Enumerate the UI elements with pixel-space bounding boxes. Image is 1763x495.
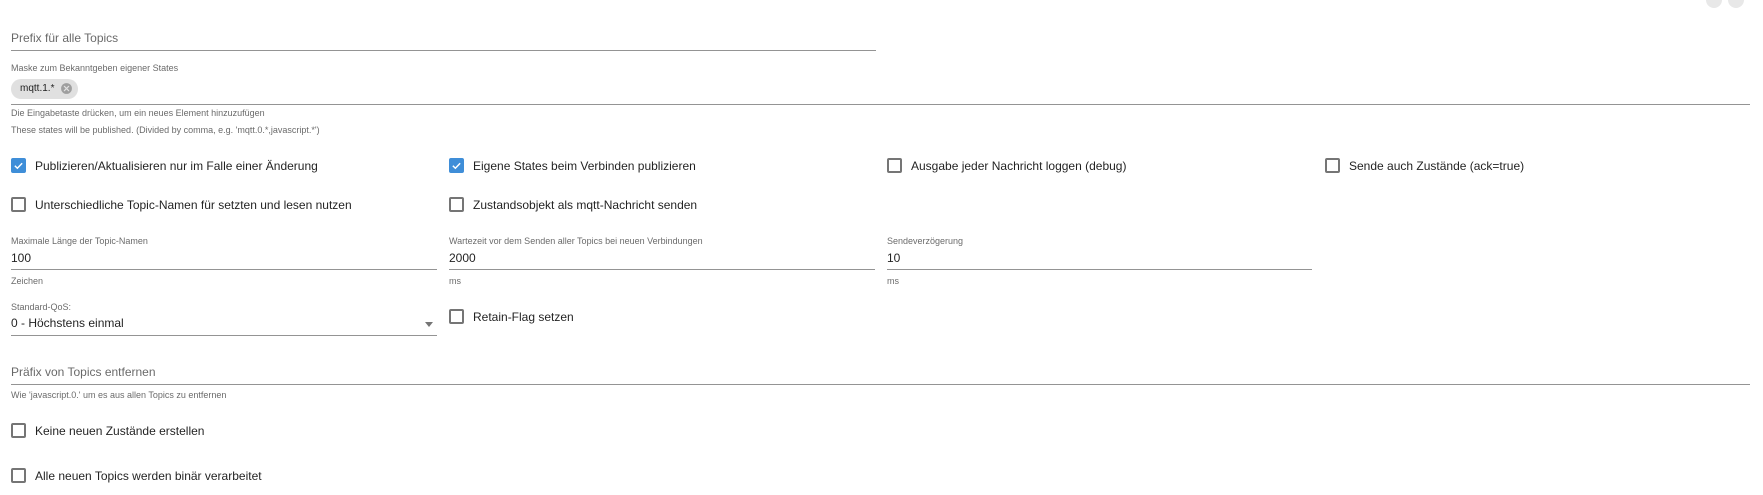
checkbox-unchecked-icon[interactable] [449, 197, 464, 212]
checkbox-state-object-as-message[interactable]: Zustandsobjekt als mqtt-Nachricht senden [449, 197, 697, 212]
send-delay-label: Sendeverzögerung [887, 236, 964, 246]
default-qos-underline [11, 335, 437, 336]
checkbox-no-new-states[interactable]: Keine neuen Zustände erstellen [11, 423, 204, 438]
dropdown-arrow-icon[interactable] [425, 322, 433, 327]
checkbox-unchecked-icon[interactable] [11, 468, 26, 483]
checkbox-label: Keine neuen Zustände erstellen [35, 423, 205, 438]
wait-time-underline [449, 269, 875, 270]
publish-mask-field[interactable]: Maske zum Bekanntgeben eigener States mq… [11, 63, 1750, 105]
publish-mask-chips: mqtt.1.* [11, 78, 1750, 100]
checkbox-label: Retain-Flag setzen [473, 309, 574, 324]
prefix-all-topics-field[interactable]: Prefix für alle Topics [11, 31, 876, 51]
publish-mask-label: Maske zum Bekanntgeben eigener States [11, 63, 179, 73]
default-qos-select[interactable]: Standard-QoS: 0 - Höchstens einmal [11, 302, 437, 336]
checkbox-retain-flag[interactable]: Retain-Flag setzen [449, 309, 574, 324]
publish-mask-helper-1: Die Eingabetaste drücken, um ein neues E… [11, 108, 265, 118]
send-delay-unit: ms [887, 276, 899, 286]
wait-time-value[interactable]: 2000 [449, 251, 875, 265]
prefix-all-topics-placeholder: Prefix für alle Topics [11, 31, 119, 45]
max-topic-length-unit: Zeichen [11, 276, 44, 286]
prefix-all-topics-underline [11, 50, 876, 51]
checkbox-checked-icon[interactable] [449, 158, 464, 173]
checkbox-binary-topics[interactable]: Alle neuen Topics werden binär verarbeit… [11, 468, 262, 483]
checkbox-unchecked-icon[interactable] [11, 197, 26, 212]
chip-mqtt: mqtt.1.* [11, 78, 79, 99]
checkbox-label: Publizieren/Aktualisieren nur im Falle e… [35, 158, 318, 173]
checkbox-label: Ausgabe jeder Nachricht loggen (debug) [911, 158, 1127, 173]
wait-time-unit: ms [449, 276, 461, 286]
publish-mask-underline [11, 104, 1750, 105]
checkbox-unchecked-icon[interactable] [449, 309, 464, 324]
partial-button-1[interactable] [1706, 0, 1722, 8]
checkbox-publish-only-on-change[interactable]: Publizieren/Aktualisieren nur im Falle e… [11, 158, 318, 173]
checkbox-publish-on-connect[interactable]: Eigene States beim Verbinden publizieren [449, 158, 696, 173]
checkbox-label: Sende auch Zustände (ack=true) [1349, 158, 1525, 173]
wait-time-label: Wartezeit vor dem Senden aller Topics be… [449, 236, 703, 246]
checkbox-debug-log[interactable]: Ausgabe jeder Nachricht loggen (debug) [887, 158, 1126, 173]
max-topic-length-underline [11, 269, 437, 270]
checkbox-unchecked-icon[interactable] [1325, 158, 1340, 173]
checkbox-checked-icon[interactable] [11, 158, 26, 173]
chip-remove-icon[interactable] [60, 82, 73, 95]
remove-prefix-field[interactable]: Präfix von Topics entfernen [11, 365, 1750, 385]
remove-prefix-underline [11, 384, 1750, 385]
checkbox-label: Unterschiedliche Topic-Namen für setzten… [35, 197, 352, 212]
checkbox-unchecked-icon[interactable] [887, 158, 902, 173]
max-topic-length-field[interactable]: Maximale Länge der Topic-Namen 100 Zeich… [11, 236, 437, 286]
publish-mask-helper-2: These states will be published. (Divided… [11, 125, 320, 135]
wait-time-field[interactable]: Wartezeit vor dem Senden aller Topics be… [449, 236, 875, 286]
checkbox-label: Alle neuen Topics werden binär verarbeit… [35, 468, 262, 483]
checkbox-label: Zustandsobjekt als mqtt-Nachricht senden [473, 197, 698, 212]
max-topic-length-value[interactable]: 100 [11, 251, 437, 265]
checkbox-unchecked-icon[interactable] [11, 423, 26, 438]
partial-button-2[interactable] [1728, 0, 1744, 8]
send-delay-underline [887, 269, 1312, 270]
checkbox-send-ack-true[interactable]: Sende auch Zustände (ack=true) [1325, 158, 1524, 173]
default-qos-value[interactable]: 0 - Höchstens einmal [11, 316, 437, 330]
send-delay-value[interactable]: 10 [887, 251, 1312, 265]
default-qos-label: Standard-QoS: [11, 302, 72, 312]
remove-prefix-placeholder: Präfix von Topics entfernen [11, 365, 156, 379]
remove-prefix-helper: Wie 'javascript.0.' um es aus allen Topi… [11, 390, 227, 400]
checkbox-different-topic-names[interactable]: Unterschiedliche Topic-Namen für setzten… [11, 197, 352, 212]
send-delay-field[interactable]: Sendeverzögerung 10 ms [887, 236, 1312, 286]
max-topic-length-label: Maximale Länge der Topic-Namen [11, 236, 148, 246]
checkbox-label: Eigene States beim Verbinden publizieren [473, 158, 696, 173]
chip-label: mqtt.1.* [20, 83, 55, 94]
